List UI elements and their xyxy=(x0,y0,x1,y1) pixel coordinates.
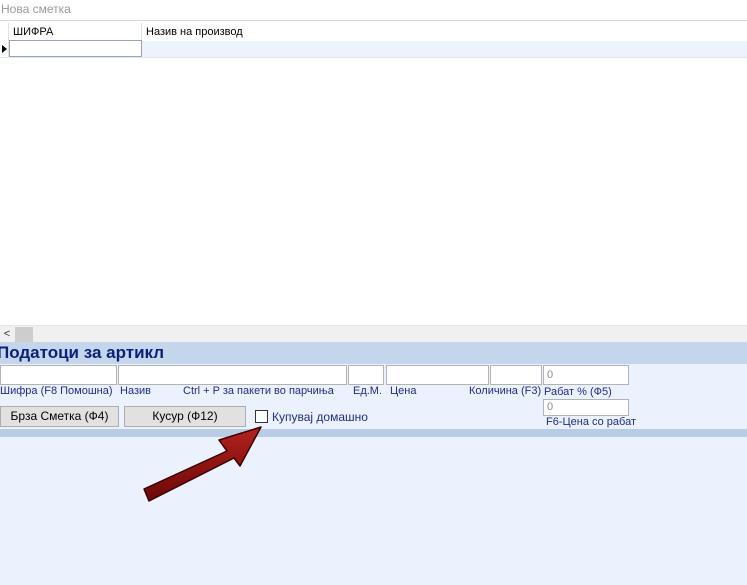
rabat-label: Рабат % (Ф5) xyxy=(544,386,612,398)
rabat-input[interactable]: 0 xyxy=(543,365,629,385)
ctrl-p-hint-label: Ctrl + P за пакети во парчиња xyxy=(183,385,334,397)
items-grid[interactable] xyxy=(0,22,747,342)
row-cell-naziv[interactable] xyxy=(142,41,747,57)
annotation-arrow-icon xyxy=(143,426,262,502)
window-title: Нова сметка xyxy=(0,0,747,21)
kolicina-input[interactable] xyxy=(490,365,542,385)
grid-header-corner xyxy=(0,23,9,41)
panel-title: Податоци за артикл xyxy=(0,342,747,364)
panel-divider xyxy=(0,429,747,437)
column-header-naziv[interactable]: Назив на производ xyxy=(142,23,747,41)
naziv-label: Назив xyxy=(120,385,151,397)
sifra-input[interactable] xyxy=(0,365,117,385)
cena-label: Цена xyxy=(390,385,417,397)
scroll-left-arrow-icon[interactable]: < xyxy=(0,326,14,343)
kupuvaj-domasno-label[interactable]: Купувај домашно xyxy=(272,410,368,424)
sifra-label: Шифра (F8 Помошна) xyxy=(0,385,113,397)
row-cell-sifra[interactable] xyxy=(9,40,142,57)
scroll-thumb[interactable] xyxy=(15,327,33,342)
column-header-sifra[interactable]: ШИФРА xyxy=(9,23,142,41)
row-indicator-cell xyxy=(0,41,9,57)
kolicina-label: Количина (F3) xyxy=(469,385,542,397)
naziv-input[interactable] xyxy=(118,365,347,385)
edm-label: Ед.М. xyxy=(353,385,383,397)
edm-input[interactable] xyxy=(348,365,384,385)
cena-rabat-input[interactable]: 0 xyxy=(543,399,629,416)
brza-smetka-button[interactable]: Брза Сметка (Ф4) xyxy=(0,406,119,427)
cena-rabat-label: F6-Цена со рабат xyxy=(546,416,636,428)
current-row-arrow-icon xyxy=(2,45,7,53)
cena-input[interactable] xyxy=(386,365,489,385)
table-row[interactable] xyxy=(0,40,747,58)
horizontal-scrollbar[interactable]: < xyxy=(0,325,747,343)
